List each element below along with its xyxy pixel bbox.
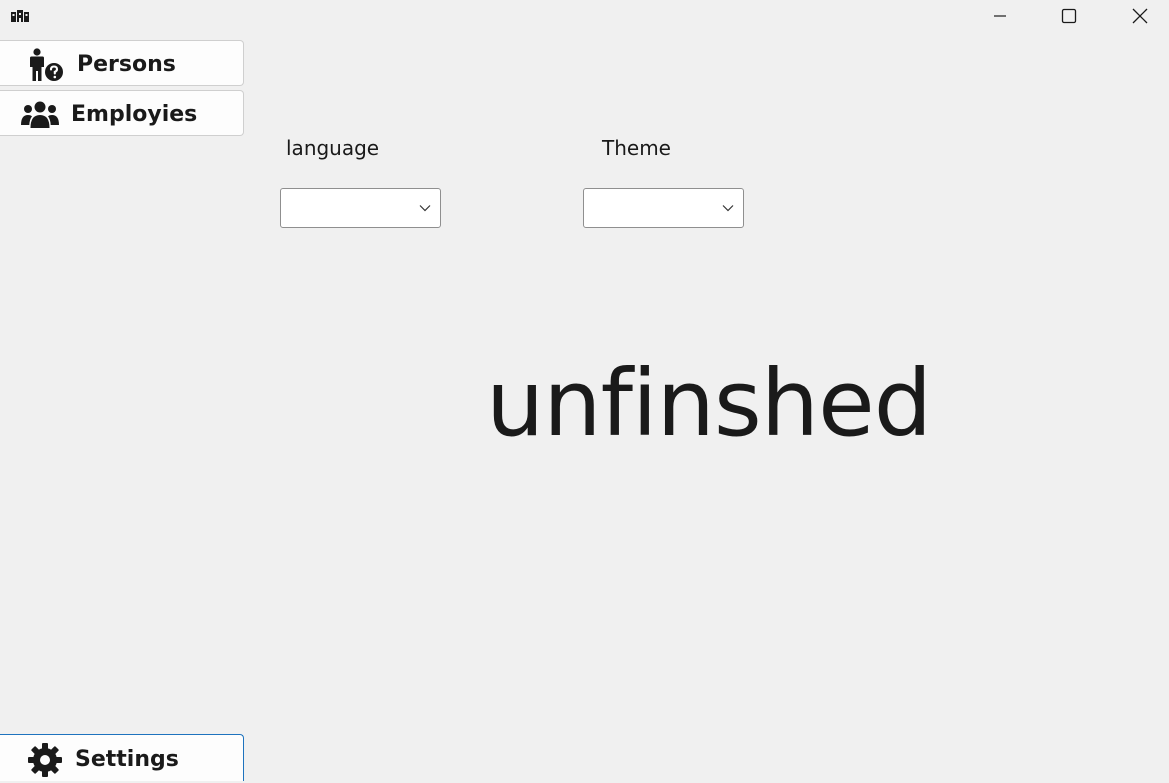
nav-employies-button[interactable]: Employies xyxy=(0,90,244,136)
minimize-icon xyxy=(994,15,1006,17)
theme-label: Theme xyxy=(602,136,671,160)
nav-persons-button[interactable]: Persons xyxy=(0,40,244,86)
chevron-down-icon xyxy=(722,205,734,212)
maximize-icon xyxy=(1061,8,1077,24)
nav-settings-button[interactable]: Settings xyxy=(0,734,244,781)
chevron-down-icon xyxy=(419,205,431,212)
theme-select[interactable] xyxy=(583,188,744,228)
title-bar[interactable] xyxy=(0,0,1169,32)
nav-employies-label: Employies xyxy=(71,102,198,127)
person-question-icon xyxy=(26,48,64,87)
users-icon xyxy=(21,100,59,135)
unfinished-placeholder-text: unfinshed xyxy=(486,350,932,457)
nav-persons-label: Persons xyxy=(77,52,176,77)
maximize-button[interactable] xyxy=(1034,0,1104,32)
language-label: language xyxy=(286,136,380,160)
close-button[interactable] xyxy=(1105,0,1169,32)
minimize-button[interactable] xyxy=(965,0,1035,32)
nav-settings-label: Settings xyxy=(75,747,179,772)
gear-icon xyxy=(27,742,63,783)
close-icon xyxy=(1132,8,1148,24)
language-select[interactable] xyxy=(280,188,441,228)
app-icon xyxy=(10,8,30,24)
